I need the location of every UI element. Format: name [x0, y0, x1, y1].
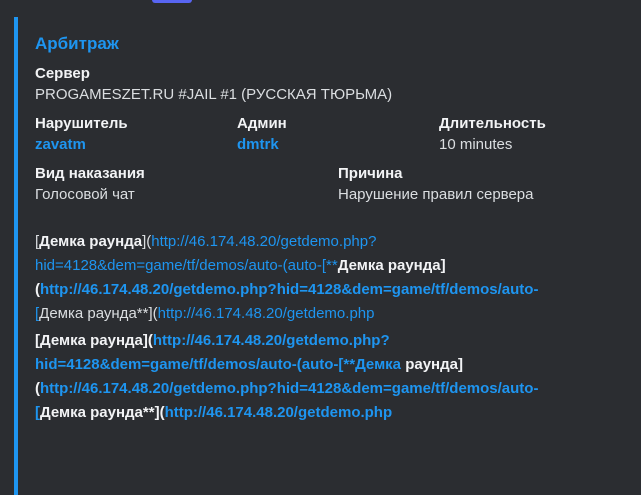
desc-text-bold: Демка раунда	[39, 233, 143, 250]
demo-link[interactable]: http://46.174.48.20/getdemo.php?	[151, 233, 376, 250]
desc-text-bold: [Демка раунда](	[35, 332, 153, 349]
field-violator: Нарушитель zavatm	[35, 114, 237, 155]
field-duration-value: 10 minutes	[439, 136, 513, 153]
fields-row-2: Вид наказания Голосовой чат Причина Нару…	[35, 164, 641, 205]
desc-text-bold: раунда]	[401, 356, 463, 373]
demo-link[interactable]: http://46.174.48.20/getdemo.php?hid=4128…	[40, 380, 538, 397]
field-reason-value: Нарушение правил сервера	[338, 186, 534, 203]
field-admin: Админ dmtrk	[237, 114, 439, 155]
demo-link[interactable]: http://46.174.48.20/getdemo.php	[165, 404, 393, 421]
embed-description: [Демка раунда](http://46.174.48.20/getde…	[35, 230, 615, 425]
field-violator-label: Нарушитель	[35, 115, 128, 132]
field-server-value: PROGAMESZET.RU #JAIL #1 (РУССКАЯ ТЮРЬМА)	[35, 86, 393, 103]
field-duration-label: Длительность	[439, 115, 546, 132]
field-admin-label: Админ	[237, 115, 287, 132]
field-punishment-value: Голосовой чат	[35, 186, 135, 203]
description-paragraph-1: [Демка раунда](http://46.174.48.20/getde…	[35, 230, 615, 326]
desc-text: ](	[142, 233, 152, 250]
desc-text-bold: Демка	[337, 257, 384, 274]
demo-link[interactable]: hid=4128&dem=game/tf/demos/auto-(auto-[*…	[35, 257, 338, 274]
demo-link[interactable]: hid=4128&dem=game/tf/demos/auto-(auto-[*…	[35, 356, 355, 373]
violator-link[interactable]: zavatm	[35, 134, 237, 155]
field-server-label: Сервер	[35, 65, 90, 82]
admin-link[interactable]: dmtrk	[237, 134, 439, 155]
field-duration: Длительность 10 minutes	[439, 114, 641, 155]
desc-text-bold: раунда]	[383, 257, 446, 274]
desc-text: Демка раунда**](	[39, 305, 158, 322]
demo-link[interactable]: http://46.174.48.20/getdemo.php?	[153, 332, 390, 349]
desc-text-bold: Демка раунда**](	[40, 404, 165, 421]
field-server: Сервер PROGAMESZET.RU #JAIL #1 (РУССКАЯ …	[35, 64, 641, 105]
field-punishment: Вид наказания Голосовой чат	[35, 164, 338, 205]
demo-link[interactable]: http://46.174.48.20/getdemo.php	[158, 305, 375, 322]
description-paragraph-2: [Демка раунда](http://46.174.48.20/getde…	[35, 329, 615, 425]
demo-link[interactable]: http://46.174.48.20/getdemo.php?hid=4128…	[40, 281, 538, 298]
field-punishment-label: Вид наказания	[35, 165, 145, 182]
demo-link[interactable]: Демка	[355, 356, 401, 373]
embed-card: Арбитраж Сервер PROGAMESZET.RU #JAIL #1 …	[14, 17, 641, 495]
embed-title: Арбитраж	[35, 34, 119, 53]
active-tab-indicator	[152, 0, 192, 3]
field-reason: Причина Нарушение правил сервера	[338, 164, 641, 205]
fields-row-1: Нарушитель zavatm Админ dmtrk Длительнос…	[35, 114, 641, 155]
field-reason-label: Причина	[338, 165, 403, 182]
